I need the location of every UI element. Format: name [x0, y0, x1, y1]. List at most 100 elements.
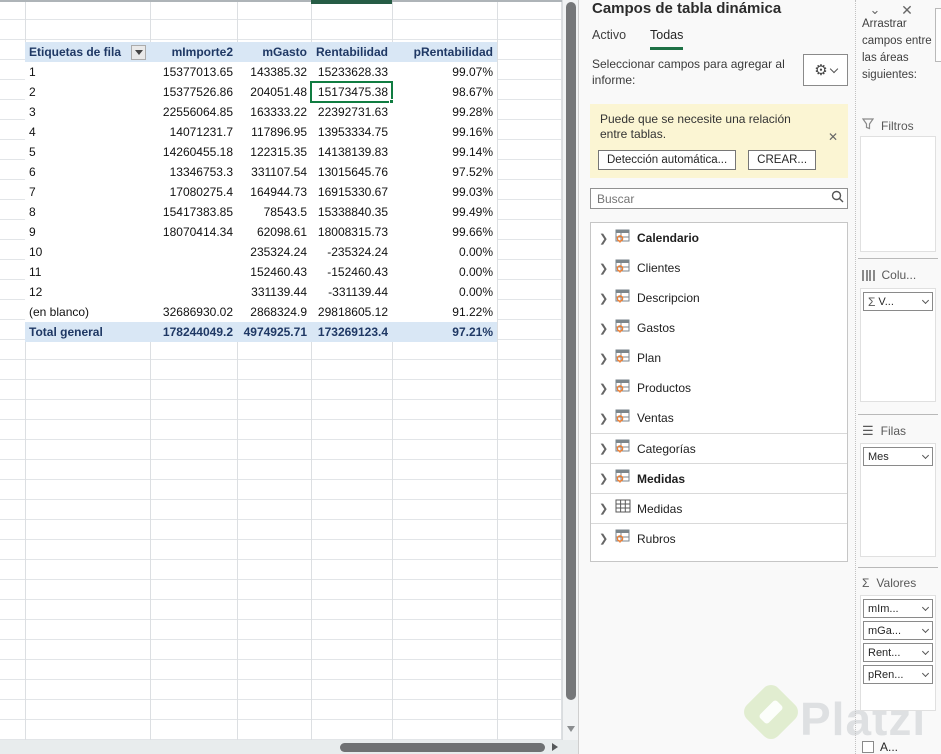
cell[interactable]: 99.14%: [392, 142, 497, 162]
pivot-header-cell[interactable]: pRentabilidad: [392, 42, 497, 62]
expand-chevron-icon[interactable]: ❯: [599, 532, 613, 545]
cell[interactable]: 117896.95: [237, 122, 311, 142]
table-row[interactable]: 12 331139.44 -331139.44 0.00%: [25, 282, 497, 302]
create-relationship-button[interactable]: CREAR...: [748, 150, 817, 170]
table-row[interactable]: 1 15377013.65 143385.32 15233628.33 99.07%: [25, 62, 497, 82]
cell[interactable]: 29818605.12: [311, 302, 392, 322]
expand-chevron-icon[interactable]: ❯: [599, 232, 613, 245]
cell[interactable]: 99.49%: [392, 202, 497, 222]
rows-field-pill[interactable]: Mes: [863, 447, 933, 466]
cell[interactable]: Total general: [25, 322, 150, 342]
values-drop-zone[interactable]: mIm... mGa... Rent... pRen...: [860, 595, 936, 711]
expand-chevron-icon[interactable]: ❯: [599, 442, 613, 455]
cell[interactable]: 99.16%: [392, 122, 497, 142]
cell[interactable]: 3: [25, 102, 150, 122]
warning-close-icon[interactable]: ✕: [828, 130, 838, 144]
field-item-rubros[interactable]: ❯ Rubros: [591, 523, 847, 553]
tab-activo[interactable]: Activo: [592, 28, 626, 47]
table-row[interactable]: 8 15417383.85 78543.5 15338840.35 99.49%: [25, 202, 497, 222]
cell[interactable]: 7: [25, 182, 150, 202]
search-input[interactable]: [591, 191, 827, 206]
expand-chevron-icon[interactable]: ❯: [599, 262, 613, 275]
cell[interactable]: 98.67%: [392, 82, 497, 102]
cell[interactable]: 2: [25, 82, 150, 102]
vertical-scrollbar-thumb[interactable]: [566, 2, 576, 700]
cell[interactable]: 143385.32: [237, 62, 311, 82]
cell[interactable]: 12: [25, 282, 150, 302]
field-item-descripcion[interactable]: ❯ Descripcion: [591, 283, 847, 313]
values-field-pill-mimporte2[interactable]: mIm...: [863, 599, 933, 618]
table-row[interactable]: 9 18070414.34 62098.61 18008315.73 99.66%: [25, 222, 497, 242]
cell[interactable]: 99.07%: [392, 62, 497, 82]
cell[interactable]: 13953334.75: [311, 122, 392, 142]
cell[interactable]: 62098.61: [237, 222, 311, 242]
cell[interactable]: 13015645.76: [311, 162, 392, 182]
horizontal-scrollbar[interactable]: [0, 740, 578, 754]
cell[interactable]: 15338840.35: [311, 202, 392, 222]
cell[interactable]: 10: [25, 242, 150, 262]
pivot-header-cell[interactable]: mImporte2: [150, 42, 237, 62]
expand-chevron-icon[interactable]: ❯: [599, 352, 613, 365]
cell[interactable]: 2868324.9: [237, 302, 311, 322]
cell[interactable]: 152460.43: [237, 262, 311, 282]
tools-button[interactable]: ⚙: [803, 54, 848, 86]
cell[interactable]: 178244049.2: [150, 322, 237, 342]
cell[interactable]: 91.22%: [392, 302, 497, 322]
pivot-header-cell[interactable]: Rentabilidad: [311, 42, 392, 62]
columns-drop-zone[interactable]: Σ V...: [860, 288, 936, 402]
cell[interactable]: 1: [25, 62, 150, 82]
expand-chevron-icon[interactable]: ❯: [599, 502, 613, 515]
cell[interactable]: 0.00%: [392, 262, 497, 282]
cell[interactable]: -152460.43: [311, 262, 392, 282]
rows-drop-zone[interactable]: Mes: [860, 443, 936, 557]
cell[interactable]: 0.00%: [392, 282, 497, 302]
fill-handle[interactable]: [389, 99, 394, 104]
cell[interactable]: 14138139.83: [311, 142, 392, 162]
cell[interactable]: 235324.24: [237, 242, 311, 262]
cell[interactable]: 97.52%: [392, 162, 497, 182]
cell[interactable]: 18008315.73: [311, 222, 392, 242]
cell[interactable]: 15233628.33: [311, 62, 392, 82]
cell[interactable]: 18070414.34: [150, 222, 237, 242]
expand-chevron-icon[interactable]: ❯: [599, 292, 613, 305]
cell[interactable]: 204051.48: [237, 82, 311, 102]
cell[interactable]: 0.00%: [392, 242, 497, 262]
scroll-right-arrow-icon[interactable]: [552, 743, 558, 751]
cell[interactable]: -331139.44: [311, 282, 392, 302]
table-row[interactable]: 10 235324.24 -235324.24 0.00%: [25, 242, 497, 262]
field-item-medidas-2[interactable]: ❯ Medidas: [591, 493, 847, 523]
cell[interactable]: 331139.44: [237, 282, 311, 302]
defer-layout-update[interactable]: A...: [862, 740, 898, 754]
table-row[interactable]: 7 17080275.4 164944.73 16915330.67 99.03%: [25, 182, 497, 202]
cell[interactable]: 78543.5: [237, 202, 311, 222]
cell[interactable]: 99.66%: [392, 222, 497, 242]
values-field-pill-mgasto[interactable]: mGa...: [863, 621, 933, 640]
cell[interactable]: 122315.35: [237, 142, 311, 162]
search-box[interactable]: [590, 188, 848, 209]
expand-chevron-icon[interactable]: ❯: [599, 472, 613, 485]
cell[interactable]: 15377526.86: [150, 82, 237, 102]
cell[interactable]: [150, 282, 237, 302]
cell[interactable]: 32686930.02: [150, 302, 237, 322]
field-item-medidas[interactable]: ❯ Medidas: [591, 463, 847, 493]
pivot-header-cell[interactable]: mGasto: [237, 42, 311, 62]
cell[interactable]: 99.03%: [392, 182, 497, 202]
cell[interactable]: 164944.73: [237, 182, 311, 202]
cell[interactable]: 14071231.7: [150, 122, 237, 142]
pivot-total-row[interactable]: Total general 178244049.2 4974925.71 173269…: [25, 322, 497, 342]
horizontal-scrollbar-thumb[interactable]: [340, 743, 545, 752]
cell[interactable]: 8: [25, 202, 150, 222]
cell[interactable]: 97.21%: [392, 322, 497, 342]
cell[interactable]: 22556064.85: [150, 102, 237, 122]
values-field-pill-rentabilidad[interactable]: Rent...: [863, 643, 933, 662]
field-item-clientes[interactable]: ❯ Clientes: [591, 253, 847, 283]
field-item-plan[interactable]: ❯ Plan: [591, 343, 847, 373]
expand-chevron-icon[interactable]: ❯: [599, 322, 613, 335]
cell[interactable]: 5: [25, 142, 150, 162]
cell[interactable]: 15377013.65: [150, 62, 237, 82]
table-row[interactable]: 6 13346753.3 331107.54 13015645.76 97.52%: [25, 162, 497, 182]
table-row[interactable]: 2 15377526.86 204051.48 15173475.38 98.67%: [25, 82, 497, 102]
cell[interactable]: 4974925.71: [237, 322, 311, 342]
table-row[interactable]: (en blanco) 32686930.02 2868324.9 29818605.…: [25, 302, 497, 322]
table-row[interactable]: 5 14260455.18 122315.35 14138139.83 99.14%: [25, 142, 497, 162]
